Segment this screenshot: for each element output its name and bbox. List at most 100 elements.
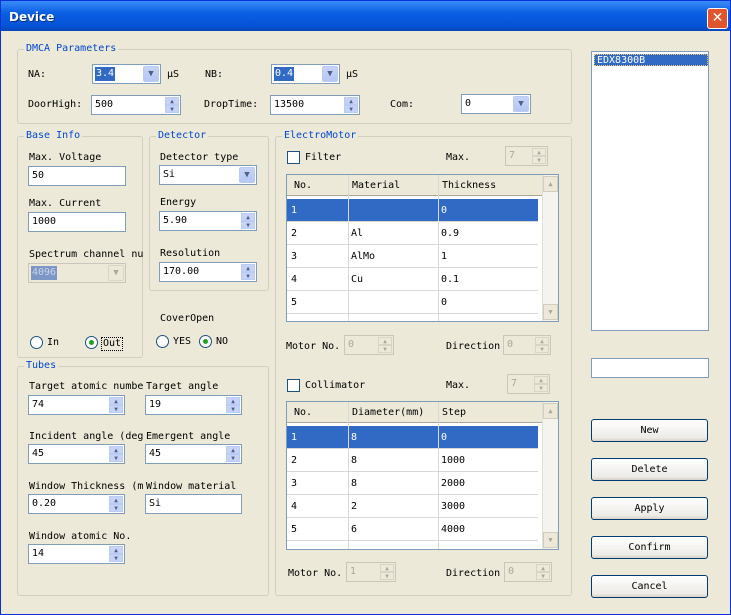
filter-checkbox[interactable]: [287, 151, 300, 164]
in-radio[interactable]: [30, 336, 43, 349]
na-combobox[interactable]: 3.4 ▼: [92, 64, 161, 84]
spin-up-icon[interactable]: ▲: [226, 397, 240, 405]
max-voltage-input[interactable]: 50: [28, 166, 126, 186]
spin-up-icon[interactable]: ▲: [536, 564, 550, 572]
column-header[interactable]: No.: [294, 407, 312, 419]
column-header[interactable]: Material: [352, 180, 400, 192]
emergent-angle-spinner[interactable]: 45 ▲ ▼: [145, 444, 242, 464]
collimator-table[interactable]: No. Diameter(mm) Step 1 8 0 2 8 1000 3 8…: [286, 401, 559, 550]
target-atomic-number-spinner[interactable]: 74 ▲ ▼: [28, 395, 125, 415]
direction-2-spinner[interactable]: 0 ▲ ▼: [504, 562, 552, 582]
device-name-input[interactable]: [591, 358, 709, 378]
droptime-spinner[interactable]: 13500 ▲ ▼: [270, 95, 360, 115]
list-item[interactable]: EDX8300B: [594, 54, 708, 66]
energy-spinner[interactable]: 5.90 ▲ ▼: [159, 211, 257, 231]
spin-down-icon[interactable]: ▼: [532, 156, 546, 164]
doorhigh-spinner[interactable]: 500 ▲ ▼: [91, 95, 181, 115]
table-row[interactable]: 1 0: [287, 199, 538, 222]
cover-no-radio[interactable]: [199, 335, 212, 348]
column-header[interactable]: Thickness: [442, 180, 496, 192]
table-row[interactable]: 1 8 0: [287, 426, 538, 449]
motor-no-spinner[interactable]: 0 ▲ ▼: [344, 335, 394, 355]
table-row[interactable]: 5 6 4000: [287, 518, 538, 541]
window-atomic-no-spinner[interactable]: 14 ▲ ▼: [28, 544, 125, 564]
spin-down-icon[interactable]: ▼: [534, 384, 548, 392]
confirm-button[interactable]: Confirm: [591, 536, 708, 559]
close-button[interactable]: ✕: [707, 8, 728, 29]
table-row[interactable]: 3 8 2000: [287, 472, 538, 495]
scroll-down-icon[interactable]: ▼: [543, 304, 558, 320]
spin-up-icon[interactable]: ▲: [241, 213, 255, 221]
scroll-down-icon[interactable]: ▼: [543, 532, 558, 548]
column-header[interactable]: Diameter(mm): [352, 407, 424, 419]
title-bar[interactable]: Device ✕: [1, 1, 730, 31]
scroll-up-icon[interactable]: ▲: [543, 403, 558, 419]
spin-down-icon[interactable]: ▼: [165, 105, 179, 113]
out-radio[interactable]: [85, 336, 98, 349]
nb-combobox[interactable]: 0.4 ▼: [271, 64, 340, 84]
detector-type-combobox[interactable]: Si ▼: [159, 165, 257, 185]
max-current-input[interactable]: 1000: [28, 212, 126, 232]
spin-up-icon[interactable]: ▲: [109, 546, 123, 554]
spin-down-icon[interactable]: ▼: [241, 272, 255, 280]
scroll-up-icon[interactable]: ▲: [543, 176, 558, 192]
window-material-input[interactable]: Si: [145, 494, 242, 514]
spin-down-icon[interactable]: ▼: [226, 454, 240, 462]
column-header[interactable]: Step: [442, 407, 466, 419]
spin-down-icon[interactable]: ▼: [241, 221, 255, 229]
filter-table[interactable]: No. Material Thickness 1 0 2 Al 0.9 3 Al…: [286, 174, 559, 322]
spin-up-icon[interactable]: ▲: [241, 264, 255, 272]
spin-up-icon[interactable]: ▲: [226, 446, 240, 454]
table-row[interactable]: 5 0: [287, 291, 538, 314]
spin-down-icon[interactable]: ▼: [109, 554, 123, 562]
incident-angle-spinner[interactable]: 45 ▲ ▼: [28, 444, 125, 464]
table-row[interactable]: 4 2 3000: [287, 495, 538, 518]
apply-button[interactable]: Apply: [591, 497, 708, 520]
chevron-down-icon[interactable]: ▼: [143, 66, 159, 82]
filter-max-spinner[interactable]: 7 ▲ ▼: [505, 146, 548, 166]
chevron-down-icon[interactable]: ▼: [322, 66, 338, 82]
spin-down-icon[interactable]: ▼: [535, 345, 549, 353]
table-row[interactable]: 4 Cu 0.1: [287, 268, 538, 291]
spectrum-channel-combobox[interactable]: 4096 ▼: [28, 263, 126, 283]
spin-down-icon[interactable]: ▼: [378, 345, 392, 353]
motor-no-2-spinner[interactable]: 1 ▲ ▼: [346, 562, 396, 582]
com-combobox[interactable]: 0 ▼: [461, 94, 531, 114]
spin-up-icon[interactable]: ▲: [380, 564, 394, 572]
collimator-max-spinner[interactable]: 7 ▲ ▼: [507, 374, 550, 394]
collimator-checkbox[interactable]: [287, 379, 300, 392]
resolution-spinner[interactable]: 170.00 ▲ ▼: [159, 262, 257, 282]
window-thickness-spinner[interactable]: 0.20 ▲ ▼: [28, 494, 125, 514]
spin-up-icon[interactable]: ▲: [109, 496, 123, 504]
delete-button[interactable]: Delete: [591, 458, 708, 481]
spin-down-icon[interactable]: ▼: [109, 504, 123, 512]
spin-up-icon[interactable]: ▲: [344, 97, 358, 105]
device-list[interactable]: EDX8300B: [591, 51, 709, 331]
target-angle-spinner[interactable]: 19 ▲ ▼: [145, 395, 242, 415]
spin-up-icon[interactable]: ▲: [378, 337, 392, 345]
spin-up-icon[interactable]: ▲: [532, 148, 546, 156]
spin-up-icon[interactable]: ▲: [165, 97, 179, 105]
table-row[interactable]: 3 AlMo 1: [287, 245, 538, 268]
spin-down-icon[interactable]: ▼: [109, 454, 123, 462]
filter-scrollbar[interactable]: ▲ ▼: [542, 175, 558, 321]
spin-up-icon[interactable]: ▲: [109, 397, 123, 405]
column-header[interactable]: No.: [294, 180, 312, 192]
collimator-scrollbar[interactable]: ▲ ▼: [542, 402, 558, 549]
cover-yes-radio[interactable]: [156, 335, 169, 348]
chevron-down-icon[interactable]: ▼: [513, 96, 529, 112]
spin-up-icon[interactable]: ▲: [109, 446, 123, 454]
cancel-button[interactable]: Cancel: [591, 575, 708, 598]
spin-down-icon[interactable]: ▼: [380, 572, 394, 580]
spin-up-icon[interactable]: ▲: [535, 337, 549, 345]
spin-down-icon[interactable]: ▼: [344, 105, 358, 113]
chevron-down-icon[interactable]: ▼: [108, 265, 124, 281]
new-button[interactable]: New: [591, 419, 708, 442]
table-row[interactable]: 2 8 1000: [287, 449, 538, 472]
spin-up-icon[interactable]: ▲: [534, 376, 548, 384]
direction-spinner[interactable]: 0 ▲ ▼: [503, 335, 551, 355]
spin-down-icon[interactable]: ▼: [226, 405, 240, 413]
spin-down-icon[interactable]: ▼: [109, 405, 123, 413]
spin-down-icon[interactable]: ▼: [536, 572, 550, 580]
chevron-down-icon[interactable]: ▼: [239, 167, 255, 183]
